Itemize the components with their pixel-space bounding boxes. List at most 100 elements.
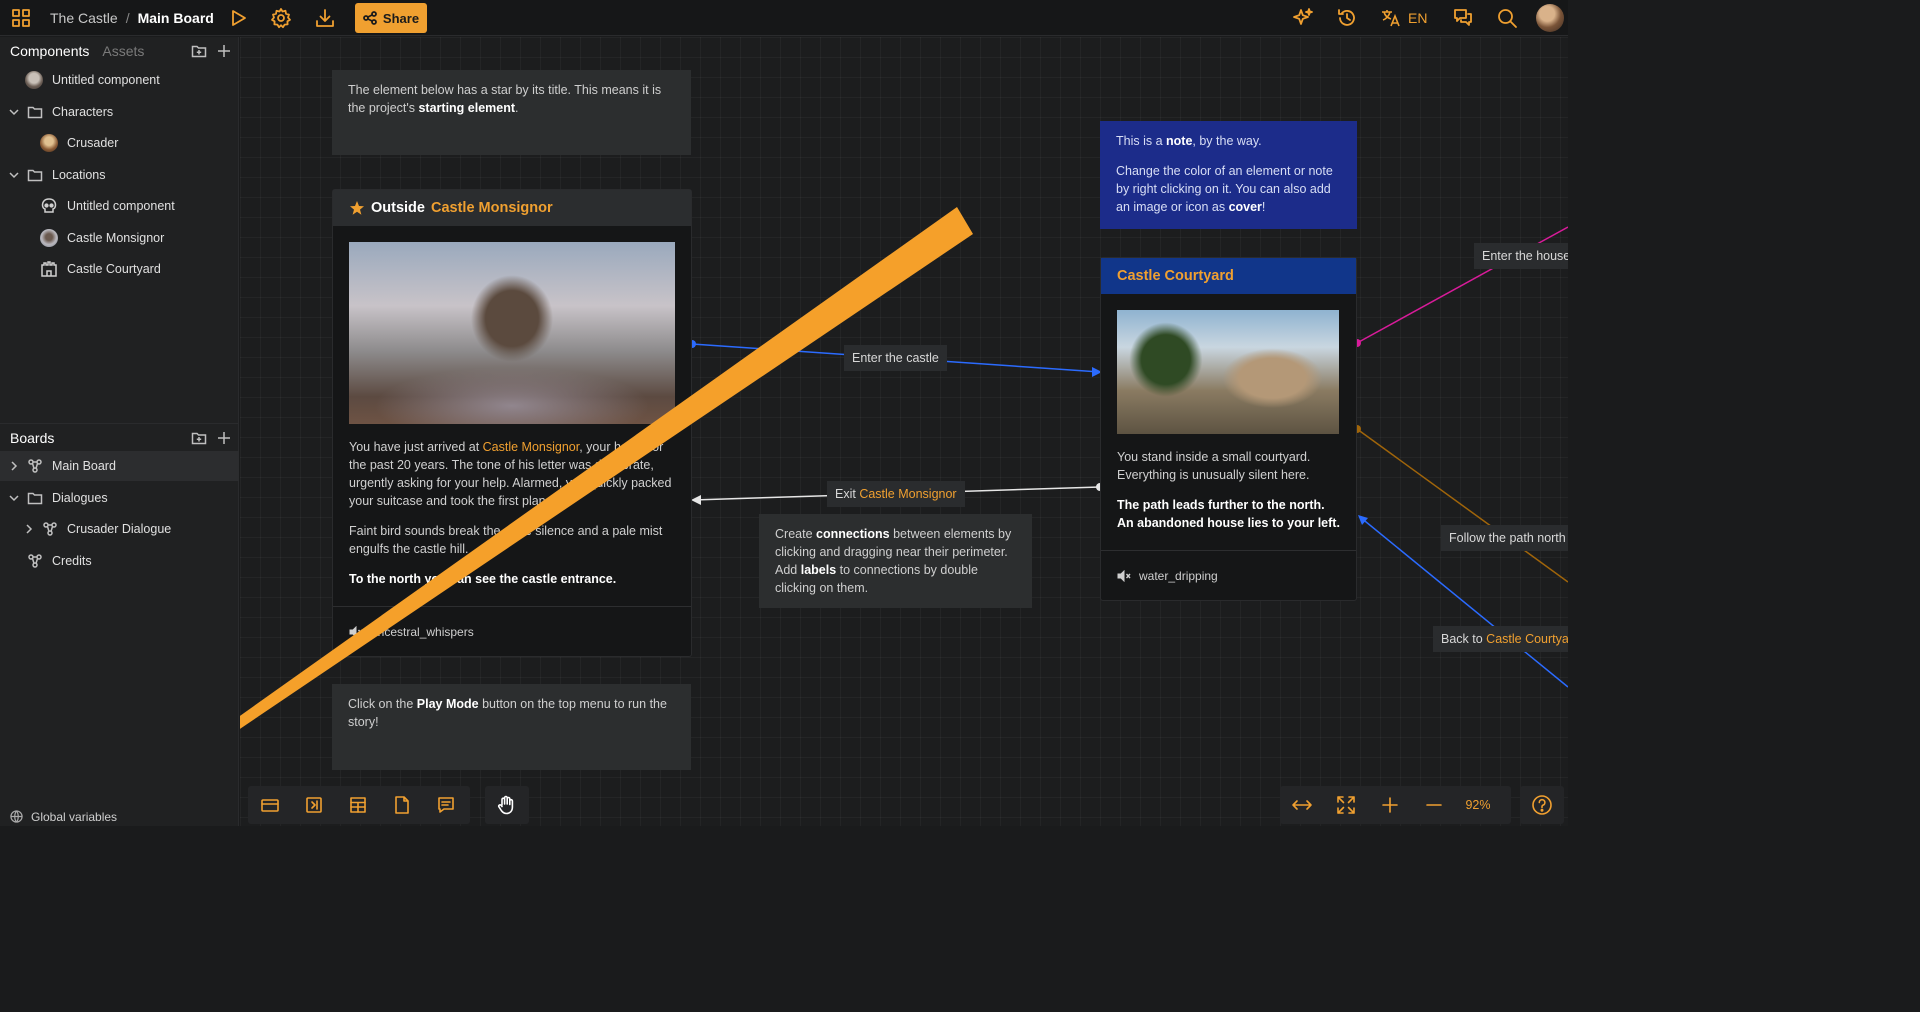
add-comment-tool[interactable] [424, 786, 468, 824]
component-label: Castle Monsignor [67, 231, 165, 245]
connection-arrowhead [691, 495, 701, 505]
user-avatar[interactable] [1536, 4, 1564, 32]
chevron-down-icon[interactable] [8, 169, 20, 181]
node-text-bold: The path leads further to the north. An … [1117, 498, 1340, 530]
add-jumper-tool[interactable] [292, 786, 336, 824]
chevron-down-icon[interactable] [8, 492, 20, 504]
skull-icon [41, 198, 57, 213]
note-text: Create [775, 527, 816, 541]
gear-icon[interactable] [269, 0, 293, 36]
board-label: Crusader Dialogue [67, 522, 172, 536]
ai-sparkle-icon[interactable] [1291, 0, 1315, 36]
share-icon [363, 11, 377, 25]
node-audio[interactable]: ancestral_whispers [333, 606, 691, 656]
node-castle-courtyard[interactable]: Castle Courtyard You stand inside a smal… [1100, 257, 1357, 601]
breadcrumb-project[interactable]: The Castle [50, 10, 118, 26]
chevron-down-icon[interactable] [8, 106, 20, 118]
tab-components[interactable]: Components [10, 43, 89, 59]
note-starting-element[interactable]: The element below has a star by its titl… [332, 70, 691, 155]
note-bold: labels [800, 563, 837, 577]
breadcrumb-board[interactable]: Main Board [138, 10, 214, 26]
share-label: Share [382, 10, 420, 26]
share-button[interactable]: Share [355, 3, 427, 33]
connection-label-back[interactable]: Back to Castle Courtyard [1433, 626, 1568, 652]
history-icon[interactable] [1335, 0, 1359, 36]
component-item[interactable]: Untitled component [0, 65, 239, 95]
download-icon[interactable] [313, 0, 337, 36]
component-thumbnail [40, 134, 58, 152]
component-label: Untitled component [52, 73, 160, 87]
connection-label-exit[interactable]: Exit Castle Monsignor [827, 481, 965, 507]
connection-label-enter-castle[interactable]: Enter the castle [844, 345, 947, 371]
label-text: Exit [835, 487, 856, 501]
note-bold: note [1166, 134, 1193, 148]
component-thumbnail [40, 229, 58, 247]
note-bold: connections [816, 527, 890, 541]
folder-locations[interactable]: Locations [0, 160, 239, 190]
fit-width-button[interactable] [1280, 786, 1324, 824]
node-outside-castle[interactable]: Outside Castle Monsignor You have just a… [332, 189, 692, 657]
add-node-tool[interactable] [248, 786, 292, 824]
new-folder-icon[interactable] [191, 43, 207, 59]
component-label: Castle Courtyard [67, 262, 161, 276]
component-item[interactable]: Untitled component [0, 191, 239, 221]
note-blue[interactable]: This is a note, by the way. Change the c… [1100, 121, 1357, 229]
label-link[interactable]: Castle Monsignor [859, 487, 956, 501]
fit-screen-button[interactable] [1324, 786, 1368, 824]
zoom-level[interactable]: 92% [1456, 798, 1500, 812]
connection-follow-path[interactable] [1356, 428, 1568, 583]
star-icon [350, 201, 364, 215]
courtyard-image [1117, 310, 1339, 434]
boards-header: Boards [0, 423, 239, 451]
add-icon[interactable] [217, 44, 231, 58]
board-item-credits[interactable]: Credits [0, 546, 239, 576]
zoom-out-button[interactable] [1412, 786, 1456, 824]
label-text: Back to [1441, 632, 1483, 646]
add-table-tool[interactable] [336, 786, 380, 824]
search-icon[interactable] [1495, 0, 1519, 36]
apps-grid-icon[interactable] [8, 0, 34, 36]
folder-characters[interactable]: Characters [0, 97, 239, 127]
board-item-crusader-dialogue[interactable]: Crusader Dialogue [0, 514, 239, 544]
note-text: ! [1261, 200, 1266, 214]
component-item[interactable]: Crusader [0, 128, 239, 158]
component-item[interactable]: Castle Courtyard [0, 254, 239, 284]
language-selector[interactable]: EN [1380, 0, 1427, 36]
chevron-right-icon[interactable] [8, 460, 20, 472]
castle-icon [41, 261, 57, 277]
note-text: . [515, 101, 519, 115]
help-button[interactable] [1520, 786, 1564, 824]
speaker-muted-icon [1117, 569, 1131, 582]
global-variables-button[interactable]: Global variables [0, 807, 239, 826]
zoom-in-button[interactable] [1368, 786, 1412, 824]
component-link[interactable]: Castle Monsignor [483, 440, 580, 454]
connection-label-follow-path[interactable]: Follow the path north [1441, 525, 1568, 551]
note-text: Change the color of an element or note b… [1116, 164, 1333, 214]
node-title-link[interactable]: Castle Monsignor [431, 200, 553, 216]
note-bold: starting element [418, 101, 516, 115]
connection-label-enter-house[interactable]: Enter the house [1474, 243, 1568, 269]
add-note-tool[interactable] [380, 786, 424, 824]
component-item[interactable]: Castle Monsignor [0, 223, 239, 253]
audio-name: ancestral_whispers [371, 624, 474, 639]
global-variables-label: Global variables [31, 809, 118, 824]
add-icon[interactable] [217, 431, 231, 445]
board-folder-dialogues[interactable]: Dialogues [0, 483, 239, 513]
node-audio[interactable]: water_dripping [1101, 550, 1356, 600]
board-icon [28, 459, 42, 473]
comments-icon[interactable] [1451, 0, 1475, 36]
note-connections[interactable]: Create connections between elements by c… [759, 514, 1032, 608]
tab-assets[interactable]: Assets [102, 43, 144, 59]
new-folder-icon[interactable] [191, 430, 207, 446]
note-play-mode[interactable]: Click on the Play Mode button on the top… [332, 684, 691, 770]
board-icon [28, 554, 42, 568]
node-header: Castle Courtyard [1101, 258, 1356, 294]
board-canvas[interactable]: The element below has a star by its titl… [240, 37, 1568, 826]
node-title-prefix: Outside [371, 200, 425, 216]
board-item-main-board[interactable]: Main Board [0, 451, 239, 481]
label-link[interactable]: Castle Courtyard [1486, 632, 1568, 646]
play-icon[interactable] [226, 0, 250, 36]
note-bold: Play Mode [416, 697, 479, 711]
pan-tool[interactable] [485, 786, 529, 824]
chevron-right-icon[interactable] [23, 523, 35, 535]
